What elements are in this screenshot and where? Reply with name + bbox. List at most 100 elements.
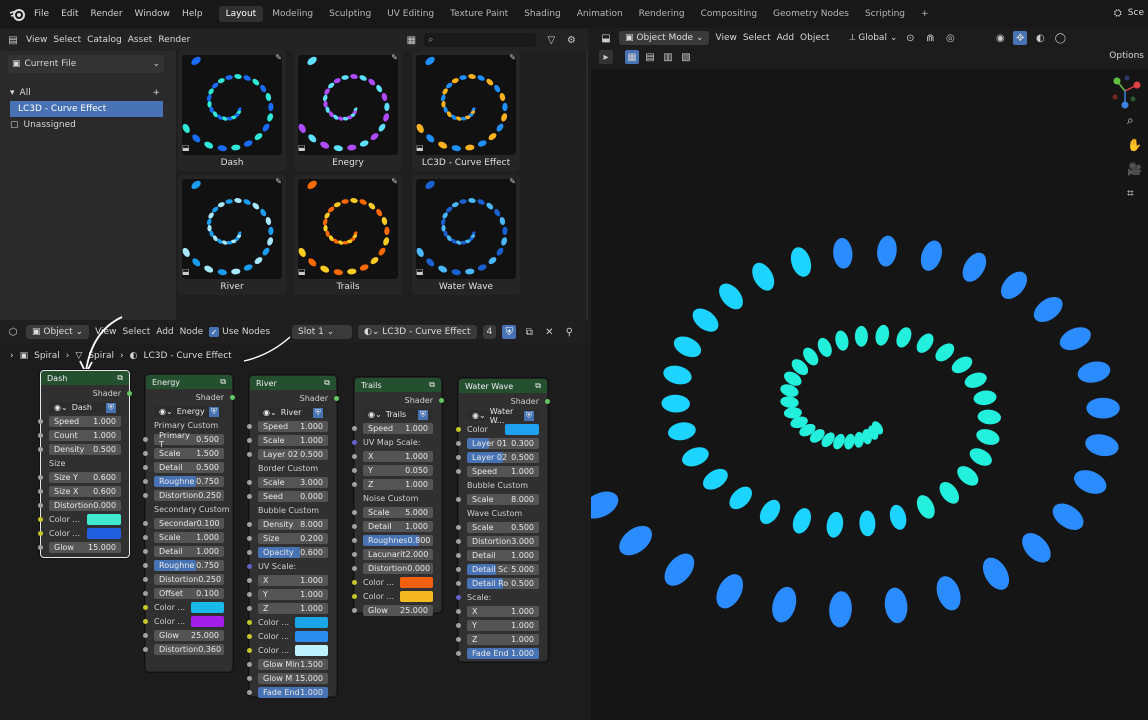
color-swatch-1[interactable] — [399, 577, 433, 588]
value-field[interactable]: Roughne 0.750 — [154, 560, 224, 571]
node-river[interactable]: River ⧉ Shader ◉⌄ River ⛨ Speed 1.000 Scale 1.… — [247, 375, 339, 698]
value-field[interactable]: Scale 1.000 — [154, 532, 224, 543]
slot-dropdown[interactable]: Slot 1 ⌄ — [292, 325, 353, 339]
tab-texture-paint[interactable]: Texture Paint — [443, 6, 515, 22]
field-size-x[interactable]: Size X 0.600 — [49, 486, 121, 497]
menu-edit[interactable]: Edit — [55, 9, 84, 19]
input-socket[interactable] — [247, 578, 252, 583]
pivot-point-icon[interactable]: ⊙ — [903, 31, 917, 45]
node-editor-type-icon[interactable]: ⬡ — [6, 325, 20, 339]
tab-sculpting[interactable]: Sculpting — [322, 6, 378, 22]
material-users-count[interactable]: 4 — [482, 325, 497, 339]
tool-toggle-icon[interactable]: ▸ — [599, 50, 613, 64]
value-field[interactable]: Offset 0.100 — [154, 588, 224, 599]
input-socket[interactable] — [352, 468, 357, 473]
settings-gear-icon[interactable]: ⚙ — [564, 33, 578, 47]
input-socket[interactable] — [352, 538, 357, 543]
input-socket[interactable] — [247, 494, 252, 499]
blender-logo-icon[interactable] — [6, 3, 28, 25]
input-socket[interactable] — [38, 503, 43, 508]
input-socket-color[interactable] — [247, 634, 252, 639]
tab-modeling[interactable]: Modeling — [265, 6, 320, 22]
catalog-all[interactable]: ▾ All + — [0, 85, 172, 101]
value-field[interactable]: Primary T 0.500 — [154, 431, 224, 449]
asset-menu-view[interactable]: View — [26, 35, 47, 45]
input-socket[interactable] — [456, 553, 461, 558]
input-socket[interactable] — [143, 563, 148, 568]
input-socket-color[interactable] — [143, 619, 148, 624]
value-field[interactable]: Glow M 15.000 — [258, 673, 328, 684]
input-socket[interactable] — [247, 452, 252, 457]
viewport-menu-view[interactable]: View — [715, 33, 736, 43]
input-socket[interactable] — [456, 623, 461, 628]
value-field[interactable]: Secondar 0.100 — [154, 518, 224, 529]
value-field[interactable]: X 1.000 — [258, 575, 328, 586]
field-size-y[interactable]: Size Y 0.600 — [49, 472, 121, 483]
group-selector[interactable]: ◉⌄ Trails ⛨ — [363, 409, 433, 420]
input-socket[interactable] — [38, 447, 43, 452]
input-socket[interactable] — [38, 475, 43, 480]
output-socket-shader[interactable] — [545, 399, 550, 404]
input-socket[interactable] — [456, 441, 461, 446]
color-swatch-3[interactable] — [294, 645, 328, 656]
asset-card-lc3d-curve-effect[interactable]: ✎ ⬓ LC3D - Curve Effect — [412, 51, 520, 171]
edit-asset-icon[interactable]: ✎ — [391, 177, 398, 186]
input-socket-color[interactable] — [247, 648, 252, 653]
input-socket[interactable] — [143, 521, 148, 526]
input-socket[interactable] — [247, 606, 252, 611]
scene-selector[interactable]: ⛭ Sce — [1111, 6, 1148, 20]
unlink-material-icon[interactable]: ✕ — [542, 325, 556, 339]
value-field[interactable]: Roughnes 0.800 — [363, 535, 433, 546]
input-socket[interactable] — [247, 550, 252, 555]
input-socket[interactable] — [143, 549, 148, 554]
input-socket[interactable] — [352, 608, 357, 613]
color-swatch-2[interactable] — [190, 616, 224, 627]
color-swatch-2[interactable] — [399, 591, 433, 602]
value-field[interactable]: Lacunarit 2.000 — [363, 549, 433, 560]
node-water-wave[interactable]: Water Wave ⧉ Shader ◉⌄ Water W... ⛨ Color L… — [456, 378, 550, 662]
value-field[interactable]: Layer 01 0.300 — [467, 438, 539, 449]
tab-animation[interactable]: Animation — [570, 6, 630, 22]
value-field[interactable]: Scale 3.000 — [258, 477, 328, 488]
value-field[interactable]: Z 1.000 — [467, 634, 539, 645]
tab-layout[interactable]: Layout — [218, 6, 264, 22]
input-socket[interactable] — [456, 581, 461, 586]
input-socket[interactable] — [247, 662, 252, 667]
value-field[interactable]: Distortion 0.250 — [154, 574, 224, 585]
asset-card-water-wave[interactable]: ✎ ⬓ Water Wave — [412, 175, 520, 295]
transform-orientation-dropdown[interactable]: ⟂ Global ⌄ — [849, 33, 897, 43]
input-socket[interactable] — [456, 637, 461, 642]
visibility-icon[interactable]: ◉ — [993, 31, 1007, 45]
tab-geometry-nodes[interactable]: Geometry Nodes — [766, 6, 856, 22]
input-socket[interactable] — [247, 536, 252, 541]
value-field[interactable]: Size 0.200 — [258, 533, 328, 544]
breadcrumb-object[interactable]: Spiral — [34, 351, 60, 361]
field-glow[interactable]: Glow 25.000 — [363, 605, 433, 616]
value-field[interactable]: Detail Sc 5.000 — [467, 564, 539, 575]
input-socket[interactable] — [38, 433, 43, 438]
value-field[interactable]: Detail 1.000 — [154, 546, 224, 557]
input-socket[interactable] — [143, 451, 148, 456]
input-socket-color[interactable] — [38, 531, 43, 536]
value-field[interactable]: Y 0.050 — [363, 465, 433, 476]
node-header-trails[interactable]: Trails ⧉ — [355, 378, 441, 392]
edit-asset-icon[interactable]: ✎ — [275, 177, 282, 186]
value-field[interactable]: Detail 1.000 — [467, 550, 539, 561]
edit-asset-icon[interactable]: ✎ — [391, 53, 398, 62]
select-extend-icon[interactable]: ▤ — [643, 50, 657, 64]
value-field[interactable]: Scale 5.000 — [363, 507, 433, 518]
value-field[interactable]: Speed 1.000 — [258, 421, 328, 432]
value-field[interactable]: Speed 1.000 — [467, 466, 539, 477]
viewport-menu-object[interactable]: Object — [800, 33, 829, 43]
input-socket-color[interactable] — [352, 580, 357, 585]
viewport-menu-add[interactable]: Add — [777, 33, 794, 43]
field-distortion[interactable]: Distortion 0.000 — [49, 500, 121, 511]
input-socket[interactable] — [143, 479, 148, 484]
input-socket[interactable] — [38, 545, 43, 550]
menu-window[interactable]: Window — [129, 9, 177, 19]
output-socket-shader[interactable] — [127, 391, 132, 396]
input-socket[interactable] — [143, 647, 148, 652]
value-field[interactable]: Y 1.000 — [467, 620, 539, 631]
input-socket[interactable] — [247, 522, 252, 527]
value-field[interactable]: Detail 1.000 — [363, 521, 433, 532]
